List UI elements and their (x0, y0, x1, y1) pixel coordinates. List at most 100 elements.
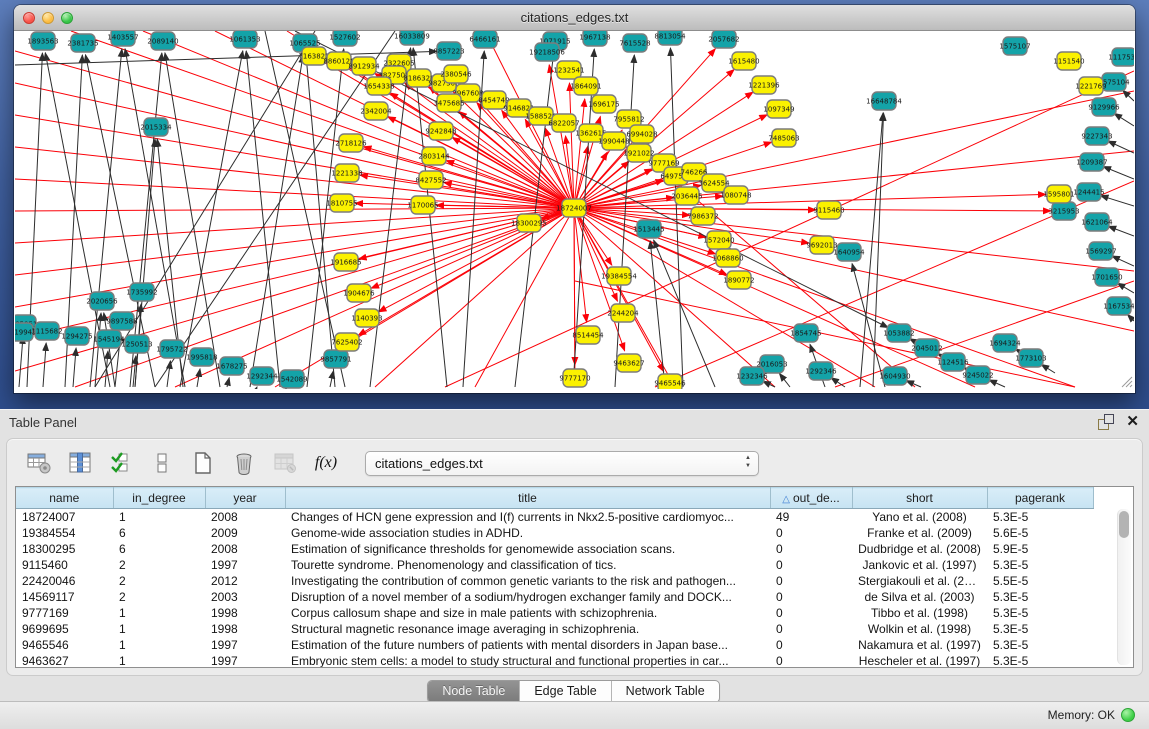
graph-node[interactable]: 1678275 (216, 357, 247, 375)
graph-node[interactable]: 1904676 (343, 284, 375, 302)
graph-node[interactable]: 2057682 (708, 31, 739, 48)
table-settings-icon[interactable] (25, 449, 53, 477)
graph-node[interactable]: 9777170 (559, 369, 590, 387)
graph-node[interactable]: 1864091 (570, 77, 601, 95)
citation-network-graph[interactable]: 1893563238173514035572089140106135310655… (15, 31, 1134, 389)
graph-node[interactable]: 9115460 (813, 201, 844, 219)
graph-node[interactable]: 1990448 (598, 132, 629, 150)
zoom-window-button[interactable] (61, 12, 73, 24)
table-cell[interactable]: Franke et al. (2009) (852, 525, 987, 541)
graph-node[interactable]: 2380546 (440, 65, 472, 83)
table-row[interactable]: 946362711997Embryonic stem cells: a mode… (16, 653, 1093, 668)
new-column-icon[interactable] (189, 449, 217, 477)
table-cell[interactable]: Investigating the contribution of common… (285, 573, 770, 589)
table-cell[interactable]: 5.3E-5 (987, 557, 1093, 573)
table-cell[interactable]: 0 (770, 557, 852, 573)
table-cell[interactable]: 1 (113, 605, 205, 621)
graph-node[interactable]: 7625402 (331, 333, 362, 351)
graph-node[interactable]: 1097349 (763, 100, 794, 118)
graph-node[interactable]: 2089140 (147, 32, 178, 50)
graph-node[interactable]: 1221338 (331, 164, 362, 182)
graph-node[interactable]: 8427552 (415, 171, 446, 189)
graph-node[interactable]: 16033809 (394, 31, 430, 45)
table-cell[interactable]: 1997 (205, 653, 285, 668)
table-row[interactable]: 969969511998Structural magnetic resonanc… (16, 621, 1093, 637)
table-cell[interactable]: 1997 (205, 557, 285, 573)
network-canvas[interactable]: 1893563238173514035572089140106135310655… (15, 31, 1134, 389)
graph-node[interactable]: 1115682 (31, 322, 62, 340)
node-table[interactable]: namein_degreeyeartitle△out_de...shortpag… (15, 486, 1134, 668)
table-cell[interactable]: 2009 (205, 525, 285, 541)
graph-node[interactable]: 1232346 (736, 367, 768, 385)
table-cell[interactable]: Estimation of significance thresholds fo… (285, 541, 770, 557)
graph-node[interactable]: 16648784 (866, 92, 902, 110)
graph-node[interactable]: 1140393 (351, 309, 382, 327)
graph-node[interactable]: 2718126 (335, 134, 367, 152)
graph-node[interactable]: 1995818 (186, 348, 217, 366)
table-cell[interactable]: 9463627 (16, 653, 113, 668)
table-cell[interactable]: Hescheler et al. (1997) (852, 653, 987, 668)
graph-node[interactable]: 6994028 (626, 125, 657, 143)
graph-node[interactable]: 9692013 (806, 236, 837, 254)
table-cell[interactable]: 19384554 (16, 525, 113, 541)
table-cell[interactable]: 2 (113, 557, 205, 573)
tab-network-table[interactable]: Network Table (612, 681, 719, 702)
graph-node[interactable]: 9129966 (1088, 98, 1120, 116)
table-cell[interactable]: Yano et al. (2008) (852, 509, 987, 526)
delete-table-icon[interactable] (271, 449, 299, 477)
graph-node[interactable]: 1773103 (1015, 349, 1046, 367)
graph-node[interactable]: 2020656 (86, 292, 118, 310)
graph-node[interactable]: 2803144 (418, 147, 450, 165)
table-cell[interactable]: 0 (770, 637, 852, 653)
table-cell[interactable]: 6 (113, 525, 205, 541)
table-cell[interactable]: Corpus callosum shape and size in male p… (285, 605, 770, 621)
table-cell[interactable]: 1 (113, 653, 205, 668)
graph-node[interactable]: 1292346 (805, 362, 837, 380)
graph-node[interactable]: 1575107 (999, 37, 1030, 55)
graph-node[interactable]: 9463627 (613, 354, 644, 372)
network-table-selector[interactable]: citations_edges.txt ▲▼ (365, 451, 759, 476)
table-cell[interactable]: 5.3E-5 (987, 589, 1093, 605)
graph-node[interactable]: 2015334 (140, 118, 172, 136)
table-cell[interactable]: 5.3E-5 (987, 621, 1093, 637)
table-cell[interactable]: 5.9E-5 (987, 541, 1093, 557)
delete-column-icon[interactable] (230, 449, 258, 477)
graph-node[interactable]: 1124516 (937, 353, 969, 371)
table-cell[interactable]: 1997 (205, 637, 285, 653)
graph-node[interactable]: 1244415 (1073, 183, 1104, 201)
table-cell[interactable]: 22420046 (16, 573, 113, 589)
column-header-title[interactable]: title (285, 488, 770, 509)
graph-node[interactable]: 1810755 (326, 194, 357, 212)
graph-node[interactable]: 1068860 (712, 249, 743, 267)
table-cell[interactable]: 0 (770, 605, 852, 621)
table-cell[interactable]: 5.3E-5 (987, 509, 1093, 526)
graph-node[interactable]: 9242848 (425, 122, 456, 140)
table-cell[interactable]: 9465546 (16, 637, 113, 653)
table-row[interactable]: 1938455462009Genome-wide association stu… (16, 525, 1093, 541)
graph-node[interactable]: 1250513 (121, 335, 152, 353)
graph-node[interactable]: 1854745 (790, 324, 821, 342)
table-row[interactable]: 1872400712008Changes of HCN gene express… (16, 509, 1093, 526)
column-header-out_de[interactable]: △out_de... (770, 488, 852, 509)
close-panel-icon[interactable]: ✕ (1126, 414, 1139, 430)
table-cell[interactable]: Tourette syndrome. Phenomenology and cla… (285, 557, 770, 573)
table-row[interactable]: 911546021997Tourette syndrome. Phenomeno… (16, 557, 1093, 573)
graph-node[interactable]: 3475685 (433, 94, 464, 112)
graph-node[interactable]: 1916685 (330, 253, 361, 271)
graph-node[interactable]: 2045012 (911, 339, 942, 357)
graph-node[interactable]: 1735992 (126, 283, 157, 301)
graph-node[interactable]: 1221396 (748, 76, 780, 94)
graph-node[interactable]: 1654338 (363, 77, 394, 95)
graph-node[interactable]: 9897588 (106, 312, 137, 330)
graph-node[interactable]: 1621064 (1081, 213, 1113, 231)
graph-node[interactable]: 1595801 (1043, 185, 1074, 203)
table-cell[interactable]: 1 (113, 509, 205, 526)
table-row[interactable]: 1830029562008Estimation of significance … (16, 541, 1093, 557)
table-cell[interactable]: Stergiakouli et al. (2012) (852, 573, 987, 589)
graph-node[interactable]: 1542089 (276, 370, 307, 388)
table-cell[interactable]: Wolkin et al. (1998) (852, 621, 987, 637)
graph-node[interactable]: 1615480 (728, 52, 759, 70)
table-cell[interactable]: Disruption of a novel member of a sodium… (285, 589, 770, 605)
table-cell[interactable]: 0 (770, 541, 852, 557)
column-header-pagerank[interactable]: pagerank (987, 488, 1093, 509)
